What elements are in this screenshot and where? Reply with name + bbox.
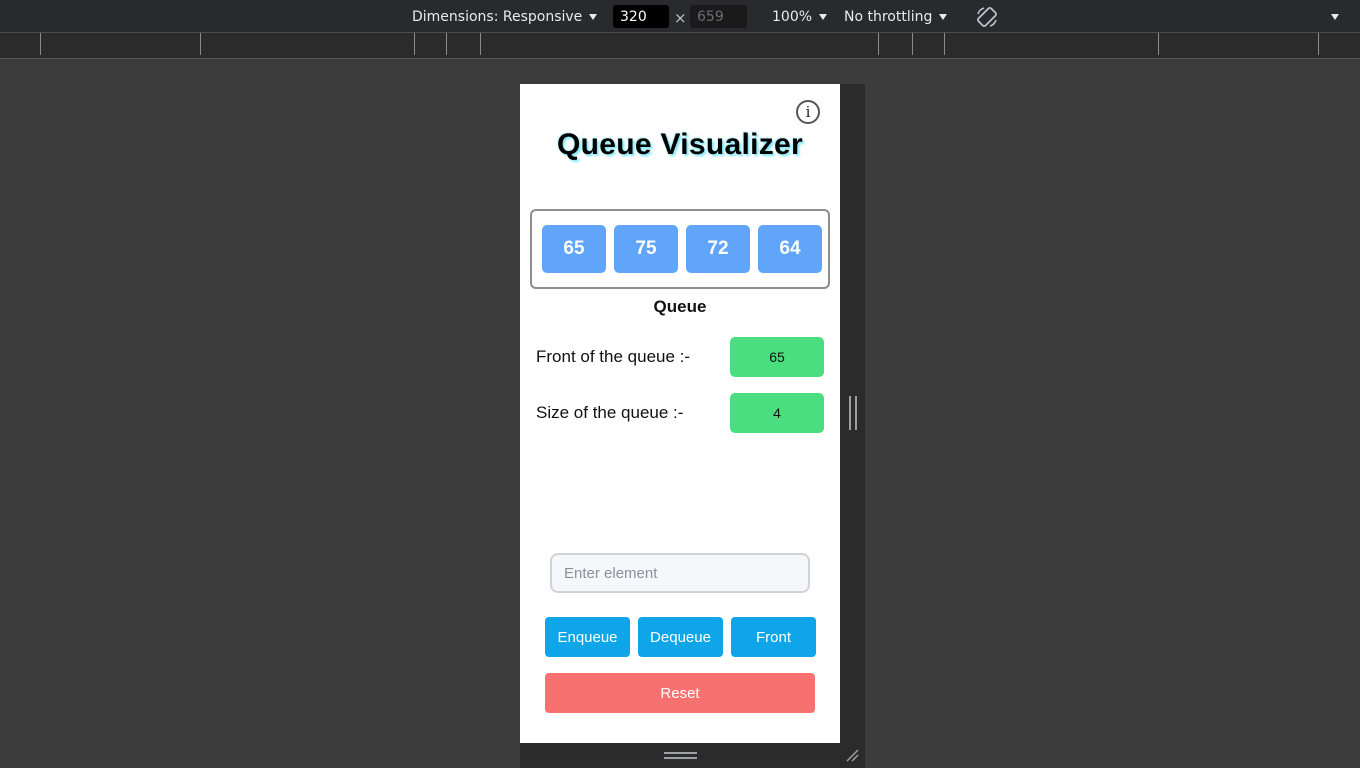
dequeue-button[interactable]: Dequeue xyxy=(638,617,723,657)
times-icon: × xyxy=(674,9,687,27)
ruler-tick[interactable] xyxy=(1318,33,1319,55)
enqueue-button[interactable]: Enqueue xyxy=(545,617,630,657)
ruler-tick[interactable] xyxy=(200,33,201,55)
throttling-label: No throttling xyxy=(844,8,933,25)
front-button[interactable]: Front xyxy=(731,617,816,657)
chevron-down-icon xyxy=(819,13,828,20)
element-input[interactable] xyxy=(550,553,810,593)
resize-corner-icon[interactable] xyxy=(845,748,859,762)
resize-handle-right[interactable] xyxy=(849,396,857,430)
info-icon[interactable]: i xyxy=(796,100,820,124)
rotate-icon[interactable] xyxy=(975,0,999,33)
front-value: 65 xyxy=(730,337,824,377)
queue-item: 65 xyxy=(542,225,606,273)
chevron-down-icon xyxy=(589,13,598,20)
ruler-tick[interactable] xyxy=(480,33,481,55)
ruler-tick[interactable] xyxy=(878,33,879,55)
devtools-device-toolbar: Dimensions: Responsive 320 × 659 100% No… xyxy=(0,0,1360,33)
chevron-down-icon xyxy=(1331,13,1339,20)
chevron-down-icon xyxy=(939,13,948,20)
ruler-tick[interactable] xyxy=(1158,33,1159,55)
ruler-tick[interactable] xyxy=(944,33,945,55)
app-viewport: i Queue Visualizer 65 75 72 64 Queue Fro… xyxy=(520,84,840,743)
resize-handle-bottom[interactable] xyxy=(664,752,697,759)
throttling-dropdown[interactable]: No throttling xyxy=(844,0,948,33)
media-query-ruler xyxy=(0,33,1360,59)
more-options-icon[interactable] xyxy=(1331,0,1339,33)
ruler-tick[interactable] xyxy=(912,33,913,55)
queue-item: 75 xyxy=(614,225,678,273)
size-label: Size of the queue :- xyxy=(536,403,684,422)
dimensions-dropdown[interactable]: Dimensions: Responsive xyxy=(412,0,598,33)
reset-button[interactable]: Reset xyxy=(545,673,815,713)
zoom-label: 100% xyxy=(772,8,813,25)
queue-item: 64 xyxy=(758,225,822,273)
ruler-tick[interactable] xyxy=(446,33,447,55)
size-value: 4 xyxy=(730,393,824,433)
queue-caption: Queue xyxy=(653,297,707,316)
dimensions-label: Dimensions: Responsive xyxy=(412,8,583,25)
queue-container: 65 75 72 64 xyxy=(530,209,830,289)
width-input[interactable]: 320 xyxy=(613,5,669,28)
ruler-tick[interactable] xyxy=(414,33,415,55)
height-input[interactable]: 659 xyxy=(690,5,747,28)
front-label: Front of the queue :- xyxy=(536,347,691,366)
ruler-tick[interactable] xyxy=(40,33,41,55)
page-title: Queue Visualizer xyxy=(556,128,803,161)
zoom-dropdown[interactable]: 100% xyxy=(772,0,828,33)
queue-item: 72 xyxy=(686,225,750,273)
